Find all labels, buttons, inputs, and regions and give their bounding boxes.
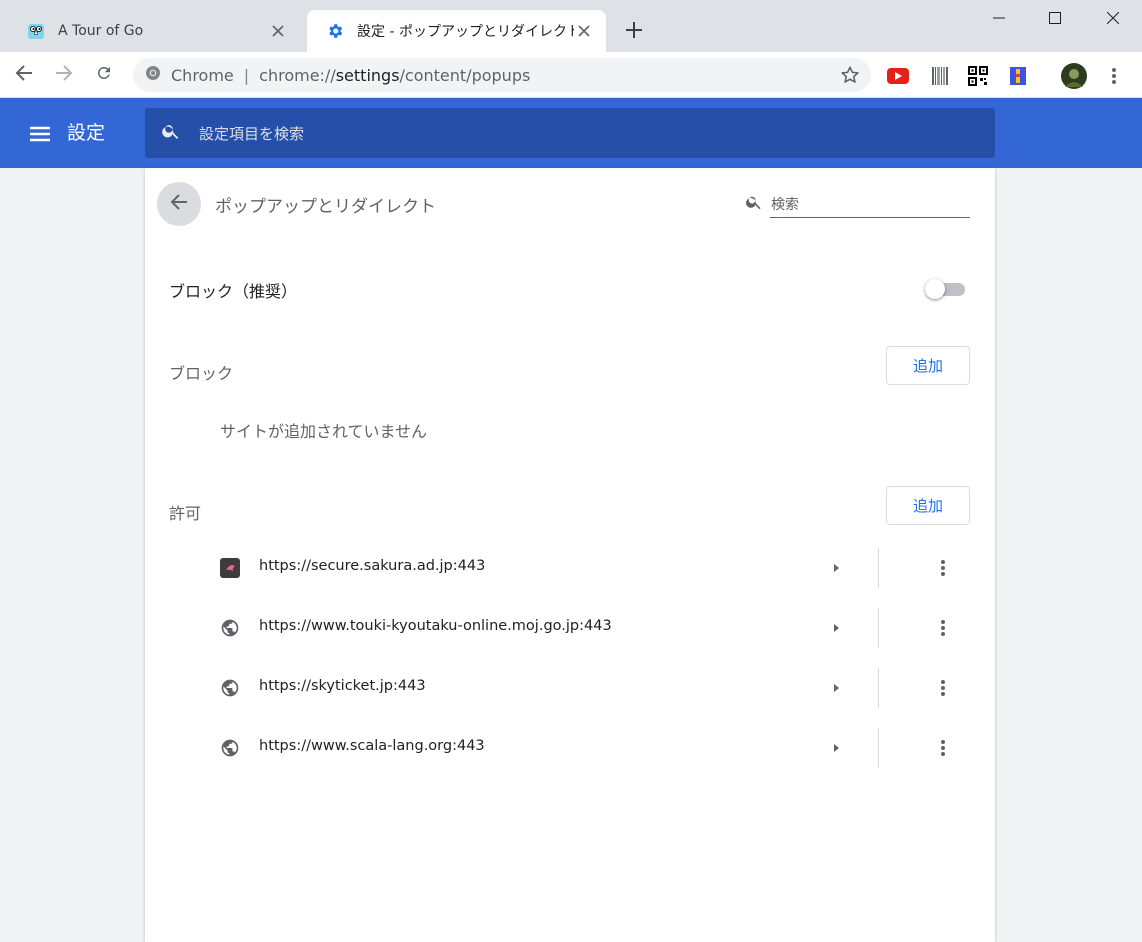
tab-title: A Tour of Go [58,23,144,39]
menu-button[interactable] [26,120,54,148]
tab-strip: A Tour of Go 設定 - ポップアップとリダイレクト [0,0,1142,52]
more-vert-icon[interactable] [1102,64,1126,88]
browser-toolbar: Chrome | chrome://settings/content/popup… [0,52,1142,98]
site-url: https://www.touki-kyoutaku-online.moj.go… [259,618,612,634]
globe-icon [220,738,240,758]
url-text: chrome://settings/content/popups [259,65,531,85]
new-tab-button[interactable] [620,18,648,46]
site-row[interactable]: https://secure.sakura.ad.jp:443 [220,538,970,598]
window-close-button[interactable] [1084,0,1142,36]
maximize-icon [1049,9,1061,28]
add-allow-button[interactable]: 追加 [886,486,970,525]
search-placeholder: 設定項目を検索 [199,124,305,143]
search-icon [745,193,763,215]
minimize-icon [993,9,1005,28]
empty-list-message: サイトが追加されていません [220,422,428,441]
arrow-right-icon[interactable] [828,740,844,756]
site-row[interactable]: https://skyticket.jp:443 [220,658,970,718]
add-block-button[interactable]: 追加 [886,346,970,385]
arrow-right-icon [55,64,73,86]
chrome-icon [145,65,161,85]
maximize-button[interactable] [1026,0,1084,36]
gopher-icon [26,21,46,41]
settings-title: 設定 [67,122,106,144]
url-separator: | [243,65,250,85]
arrow-right-icon[interactable] [828,680,844,696]
close-icon [1106,9,1120,28]
site-url: https://skyticket.jp:443 [259,678,426,694]
globe-icon [220,618,240,638]
row-divider [878,728,879,768]
arrow-right-icon[interactable] [828,560,844,576]
barcode-extension-icon[interactable] [928,64,952,88]
row-divider [878,668,879,708]
block-section-label: ブロック [169,364,234,383]
sakura-favicon-icon [220,558,240,578]
minimize-button[interactable] [970,0,1028,36]
more-vert-icon[interactable] [931,736,955,760]
qr-code-extension-icon[interactable] [966,64,990,88]
plus-icon [625,21,643,43]
arrow-left-icon [169,192,189,216]
globe-icon [220,678,240,698]
toggle-knob [925,279,945,299]
row-divider [878,548,879,588]
close-icon[interactable] [268,21,288,41]
block-toggle[interactable] [925,278,969,300]
star-icon[interactable] [839,64,861,86]
more-vert-icon[interactable] [931,556,955,580]
allow-section-label: 許可 [169,504,202,523]
more-vert-icon[interactable] [931,616,955,640]
settings-card: ポップアップとリダイレクト 検索 ブロック（推奨） ブロック 追加 サイトが追加… [145,168,995,942]
tab-tour-of-go[interactable]: A Tour of Go [8,10,300,52]
search-placeholder: 検索 [771,197,799,213]
search-icon [161,121,181,145]
reload-button[interactable] [88,59,120,91]
row-divider [878,608,879,648]
search-underline [770,217,970,218]
tab-settings[interactable]: 設定 - ポップアップとリダイレクト [307,10,606,52]
site-row[interactable]: https://www.scala-lang.org:443 [220,718,970,778]
forward-button[interactable] [48,59,80,91]
settings-search-input[interactable]: 設定項目を検索 [145,108,995,158]
back-arrow-button[interactable] [157,182,201,226]
arrow-left-icon [15,64,33,86]
page-search-input[interactable]: 検索 [745,190,970,218]
youtube-extension-icon[interactable] [886,64,910,88]
lighthouse-extension-icon[interactable] [1006,64,1030,88]
back-button[interactable] [8,59,40,91]
hamburger-icon [26,126,54,152]
url-scheme-label: Chrome [171,65,234,85]
gear-icon [325,21,345,41]
settings-header: 設定 設定項目を検索 [0,98,1142,168]
tab-title: 設定 - ポップアップとリダイレクト [357,24,574,40]
avatar[interactable] [1061,63,1087,89]
close-icon[interactable] [574,21,594,41]
page-title: ポップアップとリダイレクト [215,197,436,217]
arrow-right-icon[interactable] [828,620,844,636]
site-url: https://www.scala-lang.org:443 [259,738,485,754]
address-bar[interactable]: Chrome | chrome://settings/content/popup… [133,58,871,92]
reload-icon [95,64,113,86]
more-vert-icon[interactable] [931,676,955,700]
site-url: https://secure.sakura.ad.jp:443 [259,558,486,574]
block-toggle-label: ブロック（推奨） [169,282,298,301]
site-row[interactable]: https://www.touki-kyoutaku-online.moj.go… [220,598,970,658]
